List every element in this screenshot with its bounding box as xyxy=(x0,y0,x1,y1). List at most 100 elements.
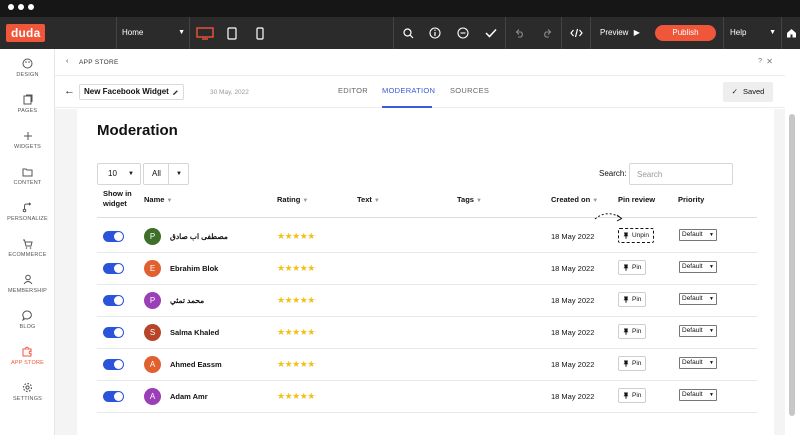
preview-button[interactable]: Preview ▶ xyxy=(592,17,648,49)
widget-name-field[interactable]: New Facebook Widget xyxy=(79,84,184,100)
reviewer-name: Adam Amr xyxy=(170,392,208,401)
undo-button[interactable] xyxy=(505,17,533,49)
avatar: S xyxy=(144,324,161,341)
cart-icon xyxy=(23,239,33,249)
sidebar-item-ecommerce[interactable]: ECOMMERCE xyxy=(0,235,55,269)
column-header-rating[interactable]: Rating ▼ xyxy=(277,195,308,204)
search-button[interactable] xyxy=(394,17,422,49)
pin-icon xyxy=(623,392,629,399)
widget-name: New Facebook Widget xyxy=(84,87,169,96)
pin-button[interactable]: Pin xyxy=(618,324,647,339)
sidebar-item-personalize[interactable]: PERSONALIZE xyxy=(0,199,55,233)
sidebar-item-pages[interactable]: PAGES xyxy=(0,91,55,125)
column-header-text[interactable]: Text ▼ xyxy=(357,195,380,204)
column-header-name[interactable]: Name ▼ xyxy=(144,195,172,204)
page-selector[interactable]: Home ▼ xyxy=(117,17,189,49)
chevron-down-icon: ▼ xyxy=(709,360,714,366)
sidebar-item-membership[interactable]: MEMBERSHIP xyxy=(0,271,55,305)
checkmark-icon: ✓ xyxy=(731,87,738,96)
created-date: 18 May 2022 xyxy=(551,328,595,337)
page-size-select[interactable]: 10 ▼ xyxy=(97,163,141,185)
tab-sources[interactable]: SOURCES xyxy=(450,86,489,95)
pin-button[interactable]: Pin xyxy=(618,388,647,403)
filter-select[interactable]: All ▼ xyxy=(143,163,189,185)
pin-button[interactable]: Pin xyxy=(618,356,647,371)
filter-value: All xyxy=(152,169,161,178)
window-controls[interactable] xyxy=(8,4,34,10)
close-icon[interactable]: ✕ xyxy=(766,57,773,66)
created-date: 18 May 2022 xyxy=(551,392,595,401)
scrollbar[interactable] xyxy=(785,49,800,435)
show-in-widget-toggle[interactable] xyxy=(103,263,124,274)
priority-select[interactable]: Default ▼ xyxy=(679,357,717,369)
back-arrow-icon[interactable]: ← xyxy=(64,85,75,97)
column-header-created[interactable]: Created on ▼ xyxy=(551,195,598,204)
sidebar-item-label: DESIGN xyxy=(16,72,39,78)
priority-select[interactable]: Default ▼ xyxy=(679,261,717,273)
table-row: S Salma Khaled ★★★★★ 18 May 2022 Pin Default ▼ xyxy=(97,317,757,349)
priority-value: Default xyxy=(682,263,703,270)
sort-icon: ▼ xyxy=(475,198,482,204)
mobile-view-button[interactable] xyxy=(246,17,274,49)
sidebar-item-widgets[interactable]: WIDGETS xyxy=(0,127,55,161)
publish-button[interactable]: Publish xyxy=(655,25,716,41)
home-button[interactable] xyxy=(782,17,800,49)
help-icon[interactable]: ? xyxy=(758,58,762,65)
breadcrumb: ‹ APP STORE ? ✕ xyxy=(55,49,785,76)
sidebar-item-label: MEMBERSHIP xyxy=(8,288,47,294)
tab-moderation[interactable]: MODERATION xyxy=(382,86,435,95)
breadcrumb-label[interactable]: APP STORE xyxy=(79,59,119,66)
sidebar-item-label: BLOG xyxy=(19,324,36,330)
tab-editor[interactable]: EDITOR xyxy=(338,86,368,95)
sidebar-item-app-store[interactable]: APP STORE xyxy=(0,343,55,377)
priority-select[interactable]: Default ▼ xyxy=(679,293,717,305)
widget-header: ← New Facebook Widget 30 May, 2022 EDITO… xyxy=(55,76,785,108)
column-header-pin: Pin review xyxy=(618,195,656,204)
priority-select[interactable]: Default ▼ xyxy=(679,325,717,337)
pin-button[interactable]: Pin xyxy=(618,292,647,307)
priority-select[interactable]: Default ▼ xyxy=(679,229,717,241)
pencil-icon xyxy=(172,89,178,95)
search-icon xyxy=(402,27,413,38)
editor-toolbar: duda Home ▼ Preview ▶ Publish Help ▼ xyxy=(0,17,800,49)
help-menu[interactable]: Help ▼ xyxy=(724,17,780,49)
sidebar-item-design[interactable]: DESIGN xyxy=(0,55,55,89)
pin-button[interactable]: Unpin xyxy=(618,228,654,243)
show-in-widget-toggle[interactable] xyxy=(103,295,124,306)
chevron-down-icon: ▼ xyxy=(769,29,776,36)
comments-button[interactable] xyxy=(449,17,477,49)
column-header-tags[interactable]: Tags ▼ xyxy=(457,195,482,204)
palette-icon xyxy=(22,58,33,69)
table-row: A Adam Amr ★★★★★ 18 May 2022 Pin Default ▼ xyxy=(97,381,757,413)
chevron-left-icon[interactable]: ‹ xyxy=(66,58,68,65)
sidebar-item-label: PAGES xyxy=(17,108,38,114)
desktop-view-button[interactable] xyxy=(191,17,219,49)
duda-logo: duda xyxy=(6,24,46,42)
priority-value: Default xyxy=(682,327,703,334)
dev-mode-button[interactable] xyxy=(562,17,590,49)
star-rating: ★★★★★ xyxy=(277,231,315,241)
sidebar-item-content[interactable]: CONTENT xyxy=(0,163,55,197)
priority-select[interactable]: Default ▼ xyxy=(679,389,717,401)
show-in-widget-toggle[interactable] xyxy=(103,327,124,338)
show-in-widget-toggle[interactable] xyxy=(103,391,124,402)
search-input[interactable] xyxy=(629,163,733,185)
tablet-icon xyxy=(227,26,237,40)
show-in-widget-toggle[interactable] xyxy=(103,359,124,370)
show-in-widget-toggle[interactable] xyxy=(103,231,124,242)
redo-button[interactable] xyxy=(533,17,561,49)
home-icon xyxy=(786,29,796,38)
plus-icon xyxy=(23,131,32,140)
info-button[interactable] xyxy=(421,17,449,49)
sidebar-item-settings[interactable]: SETTINGS xyxy=(0,379,55,413)
sidebar-item-label: SETTINGS xyxy=(12,396,43,402)
approve-button[interactable] xyxy=(477,17,505,49)
sidebar-item-blog[interactable]: BLOG xyxy=(0,307,55,341)
saved-button[interactable]: ✓ Saved xyxy=(723,82,773,102)
tablet-view-button[interactable] xyxy=(218,17,246,49)
table-row: A Ahmed Eassm ★★★★★ 18 May 2022 Pin Default ▼ xyxy=(97,349,757,381)
preview-label: Preview xyxy=(600,28,629,37)
left-sidebar: DESIGN PAGES WIDGETS CONTENT PERSONALIZE… xyxy=(0,49,55,435)
pin-button[interactable]: Pin xyxy=(618,260,647,275)
scrollbar-thumb[interactable] xyxy=(789,114,795,416)
